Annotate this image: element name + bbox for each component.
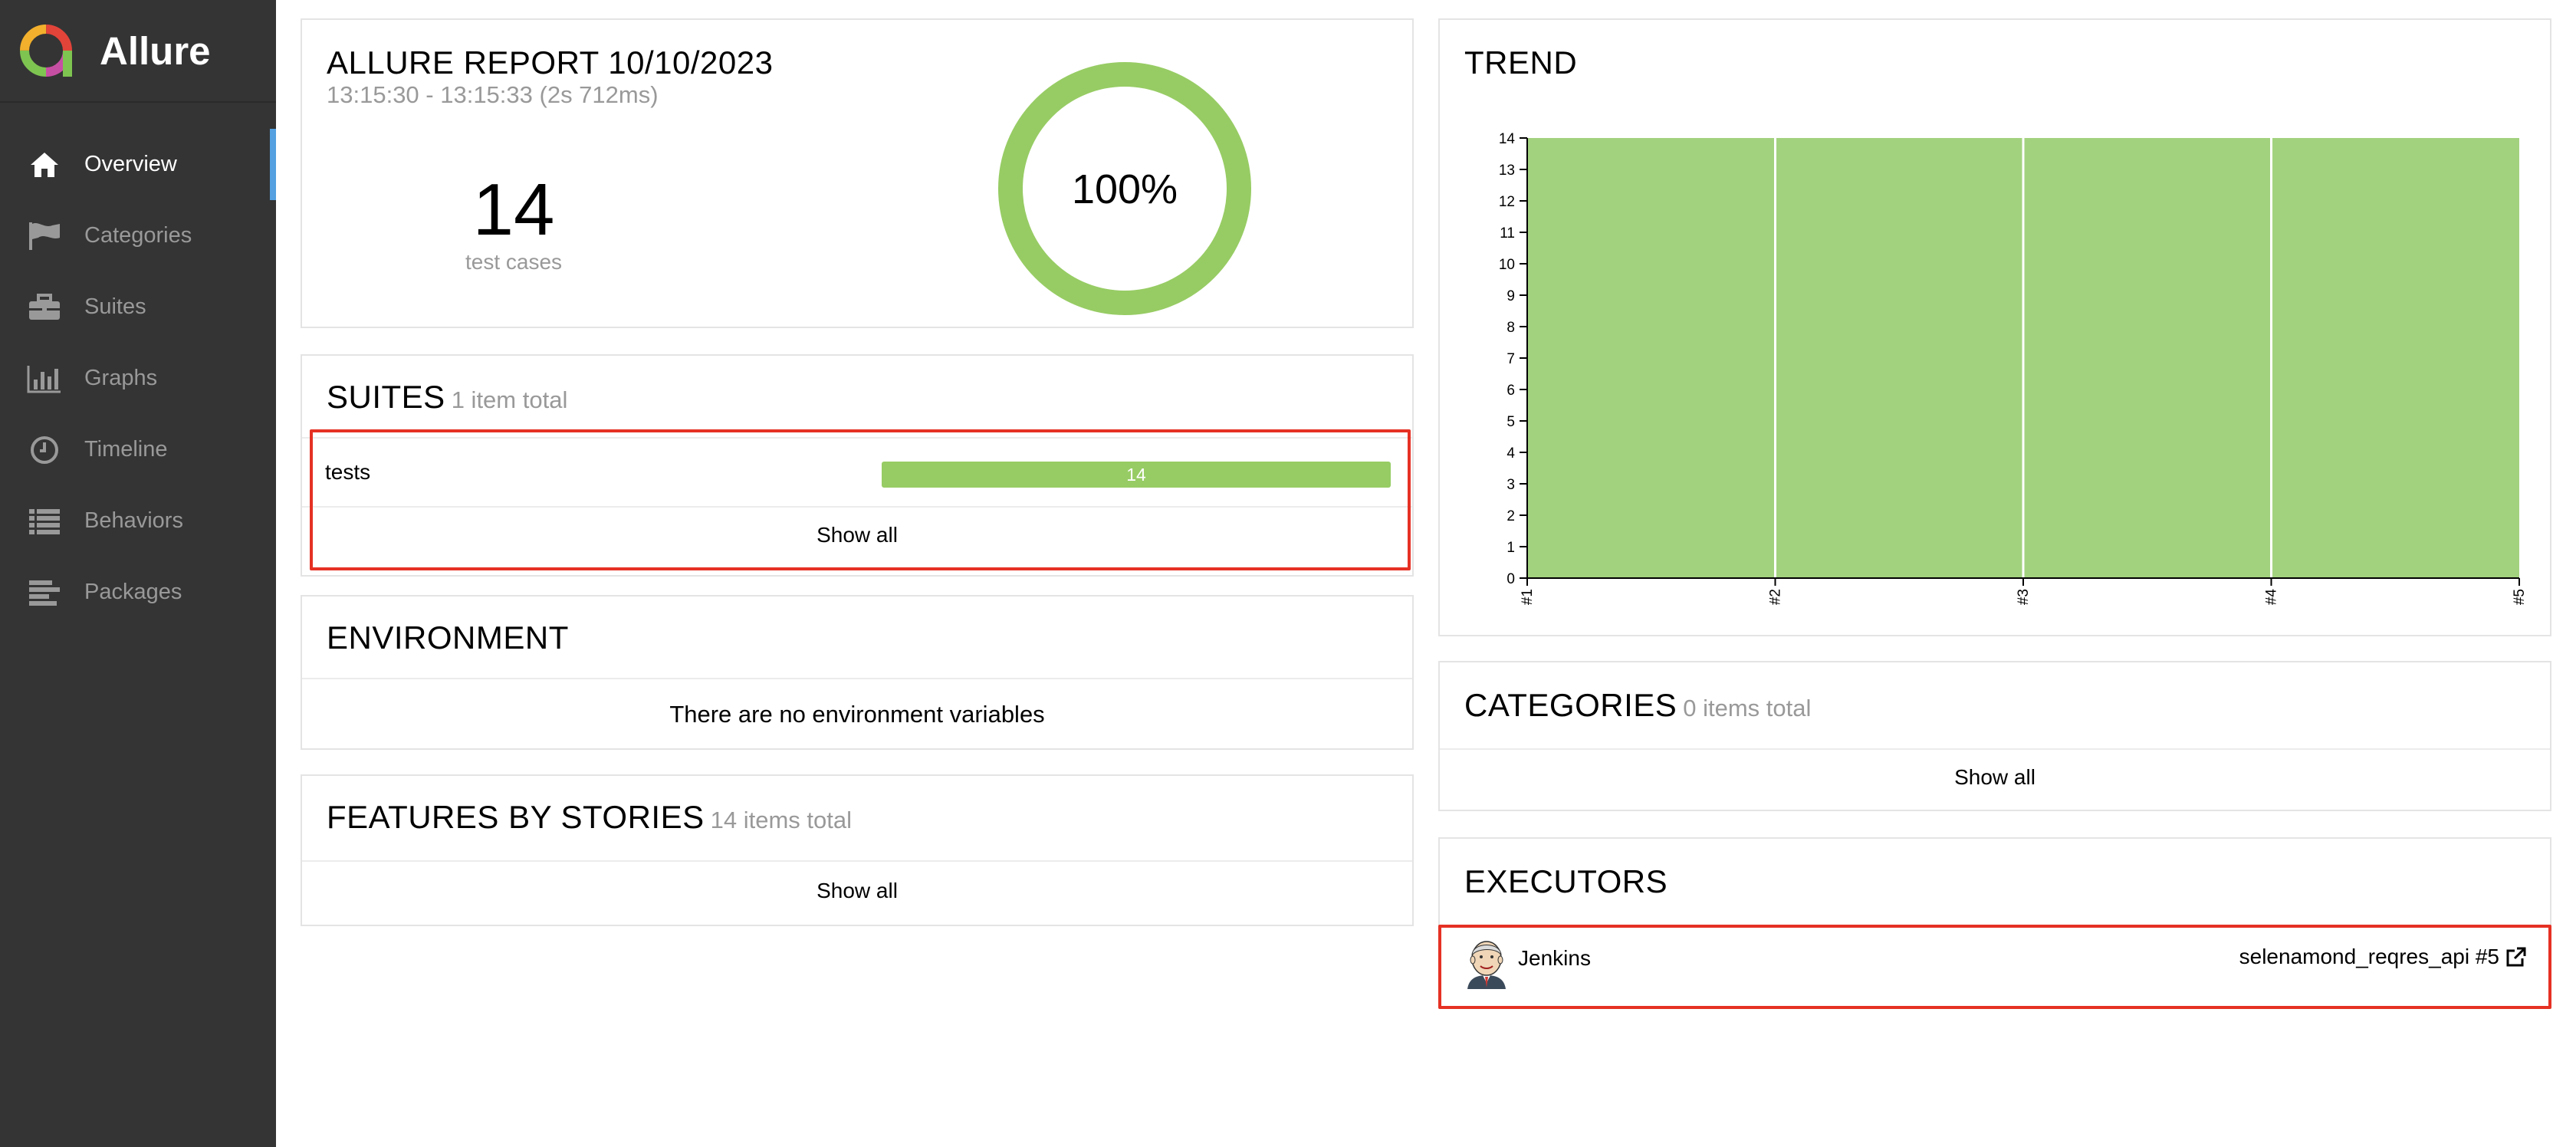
divider — [302, 860, 1412, 862]
divider — [1440, 748, 2550, 750]
trend-y-tick-label: 7 — [1506, 351, 1515, 367]
sidebar-item-categories[interactable]: Categories — [0, 200, 276, 271]
align-left-icon — [26, 574, 63, 611]
trend-y-tick-label: 0 — [1506, 571, 1515, 587]
suites-highlight-box — [310, 429, 1411, 570]
trend-y-tick-label: 6 — [1506, 383, 1515, 399]
sidebar-item-overview[interactable]: Overview — [0, 129, 276, 200]
suites-header: SUITES 1 item total — [327, 379, 567, 416]
trend-y-tick-label: 12 — [1499, 194, 1515, 210]
categories-show-all-button[interactable]: Show all — [1440, 765, 2550, 790]
sidebar-item-label: Packages — [84, 580, 182, 604]
trend-y-tick-label: 2 — [1506, 508, 1515, 524]
divider — [302, 678, 1412, 679]
suites-title: SUITES — [327, 379, 445, 415]
trend-y-tick-label: 9 — [1506, 288, 1515, 304]
categories-header: CATEGORIES 0 items total — [1464, 687, 1811, 724]
trend-y-tick-label: 5 — [1506, 414, 1515, 430]
environment-widget: ENVIRONMENT There are no environment var… — [301, 595, 1414, 750]
allure-logo-icon — [18, 23, 74, 78]
trend-y-tick-label: 13 — [1499, 163, 1515, 179]
environment-title: ENVIRONMENT — [327, 620, 569, 656]
trend-widget: TREND 0 1 2 3 4 5 6 7 8 9 10 11 12 13 14 #1 #2 #3 #4 #5 — [1438, 18, 2551, 636]
summary-widget: ALLURE REPORT 10/10/2023 13:15:30 - 13:1… — [301, 18, 1414, 328]
features-count: 14 items total — [710, 807, 852, 833]
sidebar-item-behaviors[interactable]: Behaviors — [0, 485, 276, 557]
sidebar-item-label: Suites — [84, 294, 146, 319]
report-title: ALLURE REPORT 10/10/2023 — [327, 44, 774, 81]
success-rate-text: 100% — [1071, 166, 1178, 212]
sidebar-item-timeline[interactable]: Timeline — [0, 414, 276, 485]
sidebar-item-label: Timeline — [84, 437, 168, 462]
features-show-all-button[interactable]: Show all — [302, 879, 1412, 903]
executors-title: EXECUTORS — [1464, 863, 1668, 899]
home-icon — [26, 146, 63, 183]
sidebar-nav: Overview Categories Suites Graphs Timeli… — [0, 129, 276, 628]
sidebar-item-packages[interactable]: Packages — [0, 557, 276, 628]
briefcase-icon — [26, 289, 63, 326]
brand[interactable]: Allure — [0, 0, 276, 103]
categories-widget: CATEGORIES 0 items total Show all — [1438, 661, 2551, 811]
trend-x-tick-label: #5 — [2512, 589, 2528, 605]
sidebar-item-label: Categories — [84, 223, 192, 248]
trend-y-tick-label: 4 — [1506, 445, 1515, 462]
list-icon — [26, 503, 63, 540]
trend-y-tick-label: 14 — [1499, 131, 1516, 147]
bar-chart-icon — [26, 360, 63, 397]
trend-x-tick-label: #3 — [2016, 589, 2032, 605]
clock-icon — [26, 432, 63, 468]
trend-x-tick-label: #4 — [2264, 589, 2280, 606]
executors-highlight-box — [1438, 925, 2551, 1009]
trend-title: TREND — [1464, 44, 1578, 81]
trend-y-tick-label: 8 — [1506, 320, 1515, 336]
trend-y-tick-label: 11 — [1500, 225, 1515, 242]
features-widget: FEATURES BY STORIES 14 items total Show a… — [301, 774, 1414, 926]
sidebar-item-label: Behaviors — [84, 508, 183, 533]
trend-x-tick-label: #1 — [1520, 589, 1536, 605]
sidebar-item-suites[interactable]: Suites — [0, 271, 276, 343]
sidebar-item-label: Graphs — [84, 366, 158, 390]
app-name: Allure — [100, 28, 211, 73]
features-header: FEATURES BY STORIES 14 items total — [327, 799, 852, 836]
environment-empty-text: There are no environment variables — [669, 701, 1045, 728]
trend-y-tick-label: 1 — [1506, 540, 1515, 556]
suites-count: 1 item total — [451, 386, 568, 413]
sidebar-item-graphs[interactable]: Graphs — [0, 343, 276, 414]
test-case-count-label: test cases — [465, 250, 563, 274]
sidebar: Allure Overview Categories Suites Graphs — [0, 0, 276, 1147]
flag-icon — [26, 218, 63, 255]
trend-chart: 01234567891011121314#1 #2 #3 #4 #5 — [1499, 131, 2528, 606]
categories-count: 0 items total — [1683, 695, 1812, 721]
report-time-range: 13:15:30 - 13:15:33 (2s 712ms) — [327, 81, 659, 108]
trend-x-tick-label: #2 — [1768, 589, 1784, 605]
trend-y-tick-label: 10 — [1499, 257, 1515, 273]
trend-y-tick-label: 3 — [1506, 477, 1515, 493]
features-title: FEATURES BY STORIES — [327, 799, 705, 835]
categories-title: CATEGORIES — [1464, 687, 1677, 723]
sidebar-item-label: Overview — [84, 152, 177, 176]
success-rate-donut: 100% — [996, 60, 1254, 317]
test-case-count: 14 — [472, 169, 555, 251]
